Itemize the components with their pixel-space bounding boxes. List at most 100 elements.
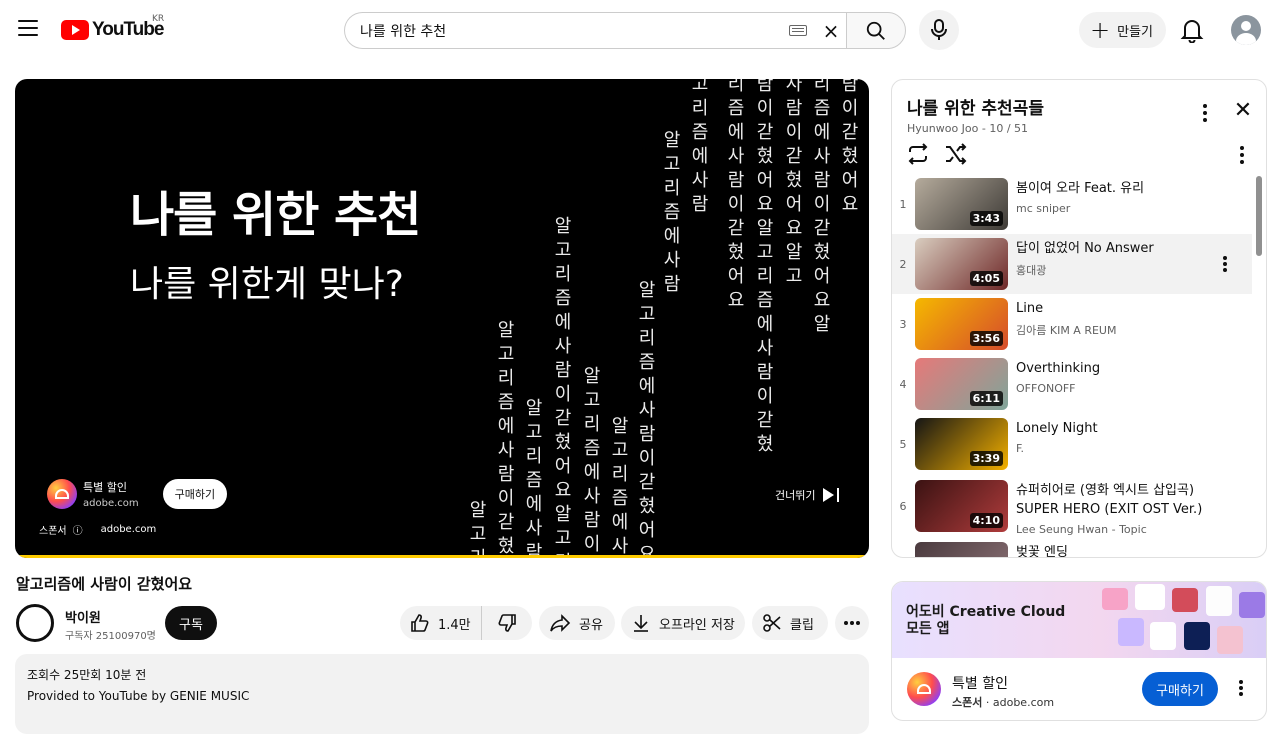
video-player[interactable]: 나를 위한 추천 나를 위한게 맞나? 알고리알고리즘에사람이갇혔알고리즘에사람…	[15, 79, 869, 558]
thumbs-down-icon	[498, 614, 516, 632]
playlist-title[interactable]: 나를 위한 추천곡들	[907, 94, 1044, 119]
playlist-item-thumbnail[interactable]	[915, 542, 1008, 557]
info-icon[interactable]: ⓘ	[73, 522, 83, 537]
playlist-item[interactable]: 1 3:43 봄이여 오라 Feat. 유리 mc sniper	[892, 174, 1252, 234]
playlist-item-title[interactable]: Overthinking	[1016, 359, 1236, 378]
playlist-item-thumbnail[interactable]: 6:11	[915, 358, 1008, 410]
notifications-bell-icon[interactable]	[1180, 17, 1204, 43]
share-button[interactable]: 공유	[539, 606, 615, 640]
create-label: 만들기	[1117, 24, 1153, 40]
playlist-item-title[interactable]: 봄이여 오라 Feat. 유리	[1016, 179, 1236, 198]
playlist-item-thumbnail[interactable]: 3:39	[915, 418, 1008, 470]
playlist-item[interactable]: 6 4:10 슈퍼히어로 (영화 엑시트 삽입곡) SUPER HERO (EXIT…	[892, 476, 1252, 536]
playlist-item-artist: 홍대광	[1016, 264, 1047, 277]
playlist-item-thumbnail[interactable]: 4:05	[915, 238, 1008, 290]
playlist-item-title[interactable]: 답이 없었어 No Answer	[1016, 239, 1236, 258]
playlist-scrollbar[interactable]	[1256, 176, 1262, 256]
ad-domain[interactable]: adobe.com	[83, 498, 139, 509]
subscriber-count: 구독자 25100970명	[65, 631, 156, 642]
download-button[interactable]: 오프라인 저장	[621, 606, 745, 640]
keyboard-icon[interactable]	[789, 25, 807, 36]
youtube-logo[interactable]: YouTube	[61, 19, 164, 41]
ad-banner-image[interactable]: 어도비 Creative Cloud 모든 앱	[892, 582, 1266, 658]
masthead: YouTube KR 나를 위한 추천 × + 만들기	[0, 0, 1280, 60]
clear-search-icon[interactable]: ×	[821, 19, 841, 43]
clip-button[interactable]: 클립	[752, 606, 828, 640]
adobe-cc-logo-icon[interactable]	[907, 672, 941, 706]
adcard-title[interactable]: 특별 할인	[952, 673, 1008, 693]
shuffle-icon[interactable]	[944, 143, 968, 165]
playlist-item-artist: F.	[1016, 442, 1025, 455]
playlist-item[interactable]: 4 6:11 Overthinking OFFONOFF	[892, 354, 1252, 414]
playlist-item-menu-icon[interactable]	[1222, 256, 1228, 272]
playlist-item[interactable]: 2 4:05 답이 없었어 No Answer 홍대광	[892, 234, 1252, 294]
like-dislike-group: 1.4만	[400, 606, 532, 640]
overlay-title: 나를 위한 추천	[130, 187, 421, 243]
close-playlist-icon[interactable]: ✕	[1232, 100, 1254, 122]
more-actions-button[interactable]	[835, 606, 869, 640]
playlist-menu-icon[interactable]	[1201, 104, 1209, 122]
skip-next-icon	[823, 488, 840, 502]
playlist-item-index: 3	[899, 318, 907, 331]
playlist-item[interactable]: 3 3:56 Line 김아름 KIM A REUM	[892, 294, 1252, 354]
search-icon	[866, 21, 885, 40]
playlist-item-artist: mc sniper	[1016, 202, 1071, 215]
ad-buy-button[interactable]: 구매하기	[162, 479, 228, 509]
adcard-menu-icon[interactable]	[1238, 680, 1244, 696]
adcard-sponsor-line: 스폰서 · adobe.com	[952, 696, 1055, 709]
microphone-icon	[931, 19, 947, 40]
view-count-date: 조회수 25만회 10분 전	[27, 668, 147, 682]
account-avatar[interactable]	[1231, 15, 1261, 45]
like-button[interactable]: 1.4만	[400, 606, 482, 640]
create-button[interactable]: + 만들기	[1079, 12, 1166, 48]
playlist-item-duration: 4:10	[969, 513, 1003, 528]
share-label: 공유	[579, 617, 603, 633]
playlist-item-title[interactable]: Lonely Night	[1016, 419, 1236, 438]
playlist-item-index: 1	[899, 198, 907, 211]
ad-progress-bar[interactable]	[15, 555, 869, 558]
search-query[interactable]: 나를 위한 추천	[360, 21, 789, 41]
dislike-button[interactable]	[482, 613, 532, 633]
sponsor-row: 스폰서 ⓘ adobe.com	[39, 522, 156, 537]
playlist-panel: 나를 위한 추천곡들 Hyunwoo Joo - 10 / 51 ✕ 1 3:43…	[891, 79, 1267, 558]
adcard-sponsor: 스폰서	[952, 696, 983, 709]
playlist-item-duration: 3:56	[969, 331, 1003, 346]
playlist-item-thumbnail[interactable]: 3:43	[915, 178, 1008, 230]
skip-label: 건너뛰기	[775, 489, 816, 502]
playlist-owner-progress: Hyunwoo Joo - 10 / 51	[907, 122, 1029, 135]
description-box[interactable]: 조회수 25만회 10분 전 Provided to YouTube by GE…	[15, 654, 869, 734]
playlist-item-title[interactable]: Line	[1016, 299, 1236, 318]
playlist-item-artist: Lee Seung Hwan - Topic	[1016, 523, 1147, 536]
playlist-item-title[interactable]: 벚꽃 엔딩	[1016, 543, 1236, 557]
playlist-item[interactable]: 5 3:39 Lonely Night F.	[892, 414, 1252, 474]
playlist-item-duration: 4:05	[969, 271, 1003, 286]
video-title: 알고리즘에 사람이 갇혔어요	[16, 575, 193, 593]
plus-icon: +	[1090, 16, 1111, 44]
search-button[interactable]	[846, 12, 906, 49]
adcard-buy-button[interactable]: 구매하기	[1142, 672, 1218, 706]
playlist-item-thumbnail[interactable]: 3:56	[915, 298, 1008, 350]
ad-title: 특별 할인	[83, 481, 127, 494]
youtube-play-icon	[61, 20, 89, 40]
country-code: KR	[152, 14, 165, 24]
subscribe-button[interactable]: 구독	[165, 606, 217, 640]
menu-icon[interactable]	[18, 20, 38, 38]
playlist-item-duration: 3:43	[969, 211, 1003, 226]
playlist-item-index: 6	[899, 500, 907, 513]
channel-avatar[interactable]	[16, 604, 54, 642]
search-input[interactable]: 나를 위한 추천 ×	[344, 12, 847, 49]
loop-icon[interactable]	[906, 143, 930, 165]
playlist-item-duration: 3:39	[969, 451, 1003, 466]
skip-ad-button[interactable]: 건너뛰기	[775, 487, 840, 503]
voice-search-button[interactable]	[919, 10, 959, 50]
scissors-icon	[763, 614, 781, 632]
playlist-item-title[interactable]: 슈퍼히어로 (영화 엑시트 삽입곡) SUPER HERO (EXIT OST …	[1016, 481, 1236, 519]
sponsor-domain[interactable]: adobe.com	[101, 524, 157, 535]
download-icon	[634, 615, 648, 632]
playlist-options-icon[interactable]	[1238, 146, 1246, 164]
channel-name[interactable]: 박이원	[65, 607, 101, 626]
adcard-domain[interactable]: adobe.com	[993, 696, 1054, 709]
adobe-ad-card[interactable]: 어도비 Creative Cloud 모든 앱 특별 할인 스폰서 · adob…	[891, 581, 1267, 721]
playlist-item-thumbnail[interactable]: 4:10	[915, 480, 1008, 532]
playlist-item[interactable]: 7벚꽃 엔딩	[892, 538, 1252, 557]
